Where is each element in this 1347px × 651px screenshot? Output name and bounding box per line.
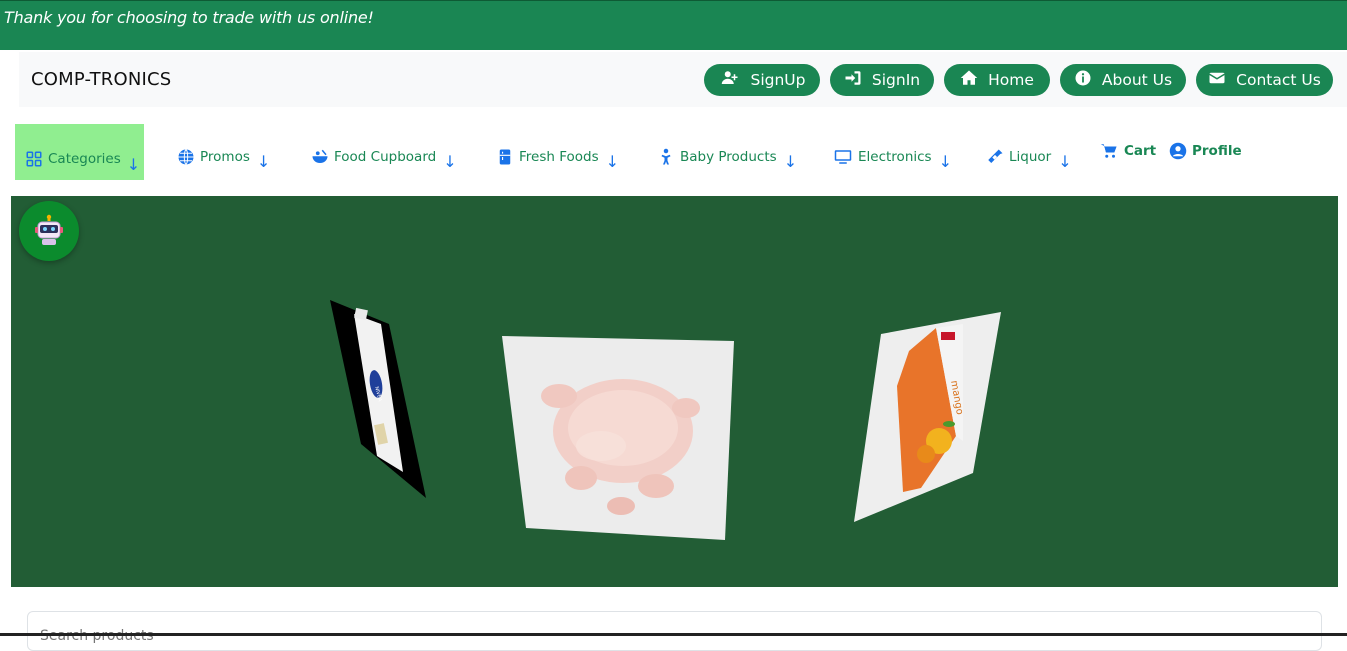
sign-in-icon [844, 69, 862, 91]
arrow-down-icon: ↓ [783, 152, 798, 171]
cart-icon [1099, 142, 1119, 160]
nav-cart[interactable]: Cart [1099, 142, 1156, 160]
globe-icon [177, 148, 195, 166]
brand-logo[interactable]: COMP-TRONICS [31, 69, 171, 90]
nav-profile-label: Profile [1192, 143, 1242, 159]
contact-us-label: Contact Us [1236, 71, 1321, 89]
nav-promos-label: Promos [200, 148, 250, 165]
carousel-stage: NIVEA mango [330, 300, 1001, 540]
nav-fresh-foods-label: Fresh Foods [519, 148, 599, 165]
nav-food-cupboard[interactable]: Food Cupboard ↓ [311, 142, 457, 171]
carousel-slide-chicken[interactable] [502, 336, 734, 540]
nav-food-cupboard-label: Food Cupboard [334, 148, 437, 165]
envelope-icon [1208, 69, 1226, 91]
arrow-down-icon: ↓ [1058, 152, 1072, 171]
nav-categories[interactable]: Categories ↓ [15, 124, 144, 180]
signup-label: SignUp [750, 71, 806, 89]
top-banner: Thank you for choosing to trade with us … [0, 0, 1347, 50]
monitor-icon [833, 148, 853, 166]
product-carousel[interactable]: NIVEA mango [11, 196, 1338, 587]
arrow-down-icon: ↓ [126, 155, 141, 174]
home-icon [960, 69, 978, 91]
about-us-label: About Us [1101, 71, 1173, 89]
arrow-down-icon: ↓ [938, 152, 952, 171]
robot-icon [35, 214, 63, 245]
search-input[interactable] [28, 612, 1321, 650]
about-us-button[interactable]: About Us [1060, 64, 1186, 96]
nav-baby-products-label: Baby Products [680, 148, 777, 165]
signup-button[interactable]: SignUp [704, 64, 820, 96]
banner-message: Thank you for choosing to trade with us … [4, 8, 374, 27]
nav-profile[interactable]: Profile [1169, 142, 1242, 160]
signin-label: SignIn [871, 71, 921, 89]
bottle-icon [986, 148, 1004, 166]
chatbot-button[interactable] [19, 201, 79, 261]
nav-liquor-label: Liquor [1009, 148, 1052, 165]
arrow-down-icon: ↓ [605, 152, 620, 171]
search-box [27, 611, 1322, 651]
grid-icon [25, 150, 43, 168]
home-button[interactable]: Home [944, 64, 1050, 96]
arrow-down-icon: ↓ [443, 152, 457, 171]
carousel-slide-lotion[interactable]: NIVEA [330, 300, 426, 498]
nav-electronics-label: Electronics [858, 148, 932, 165]
nav-baby-products[interactable]: Baby Products ↓ [657, 142, 797, 171]
user-circle-icon [1169, 142, 1187, 160]
nav-liquor[interactable]: Liquor ↓ [986, 142, 1072, 171]
category-nav: Categories ↓ Promos ↓ Food Cupboard ↓ Fr… [0, 107, 1347, 195]
fridge-icon [496, 148, 514, 166]
bowl-icon [311, 148, 329, 166]
home-label: Home [988, 71, 1034, 89]
info-icon [1074, 69, 1092, 91]
nav-cart-label: Cart [1124, 143, 1157, 159]
contact-us-button[interactable]: Contact Us [1196, 64, 1333, 96]
nav-promos[interactable]: Promos ↓ [177, 142, 270, 171]
arrow-down-icon: ↓ [256, 152, 271, 171]
signin-button[interactable]: SignIn [830, 64, 934, 96]
header-bar: COMP-TRONICS SignUp SignIn Home About Us… [19, 52, 1347, 107]
carousel-slide-mango-juice[interactable]: mango [854, 312, 1001, 522]
nav-fresh-foods[interactable]: Fresh Foods ↓ [496, 142, 619, 171]
nav-electronics[interactable]: Electronics ↓ [833, 142, 952, 171]
baby-icon [657, 148, 675, 166]
user-plus-icon [719, 69, 741, 91]
nav-categories-label: Categories [48, 150, 121, 167]
